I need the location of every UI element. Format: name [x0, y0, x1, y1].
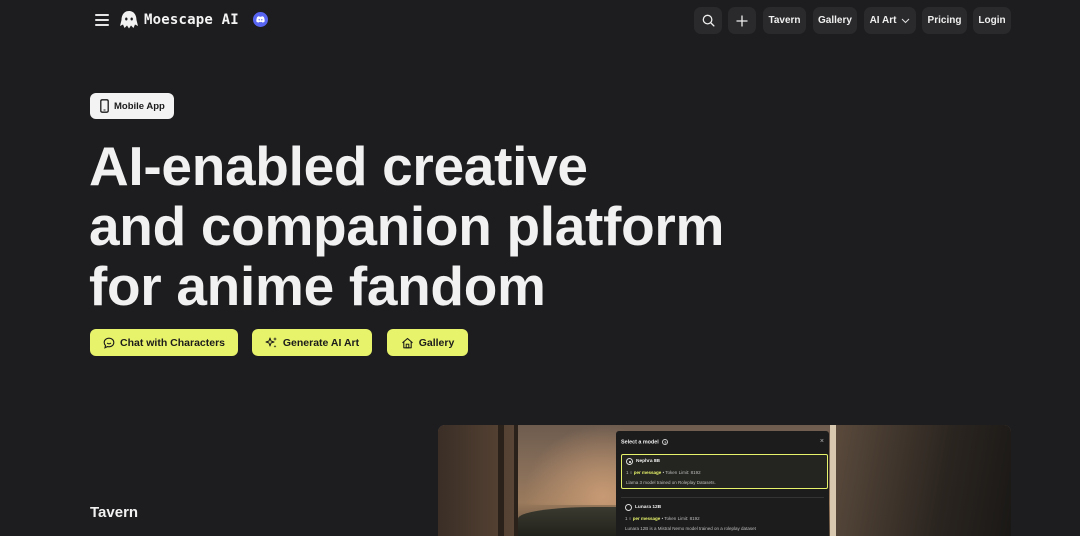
gallery-label: Gallery	[418, 336, 455, 349]
nav-pricing[interactable]: Pricing	[922, 7, 967, 34]
model-cost: 1	[626, 470, 629, 475]
preview-right-wall	[836, 425, 1011, 536]
model-option[interactable]: Lunara 12B 1 ○ per message • Token Limit…	[621, 501, 828, 534]
preview-window-frame	[438, 425, 518, 536]
chat-bubble-icon	[103, 337, 115, 349]
search-icon	[702, 14, 715, 27]
gallery-button[interactable]: Gallery	[387, 329, 468, 356]
tavern-preview-image: Select a model ? × Nephra 8B 1 ○ per mes…	[438, 425, 1011, 536]
nav-ai-art[interactable]: AI Art	[864, 7, 916, 34]
headline-line-1: AI-enabled creative	[89, 135, 588, 197]
close-icon[interactable]: ×	[820, 438, 824, 445]
generate-ai-art-button[interactable]: Generate AI Art	[252, 329, 372, 356]
chevron-down-icon	[902, 18, 910, 23]
model-cost-unit: per message	[633, 470, 662, 475]
model-name-text: Lunara 12B	[635, 505, 662, 510]
model-name: Nephra 8B	[626, 458, 823, 465]
smartphone-icon	[100, 99, 109, 113]
coin-icon: ○	[628, 516, 632, 521]
model-meta: 1 ○ per message • Token Limit: 8192	[626, 470, 823, 475]
radio-unselected-icon	[625, 504, 632, 511]
brand-name: Moescape AI	[144, 12, 239, 28]
nav-ai-art-label: AI Art	[869, 15, 897, 26]
discord-icon[interactable]	[253, 12, 268, 27]
brand-logo[interactable]: Moescape AI	[118, 9, 239, 31]
chat-with-characters-button[interactable]: Chat with Characters	[90, 329, 238, 356]
model-cost: 1	[625, 516, 628, 521]
model-cost-unit: per message	[632, 516, 661, 521]
headline-line-3: for anime fandom	[89, 255, 546, 317]
modal-title-text: Select a model	[621, 439, 659, 446]
chat-with-characters-label: Chat with Characters	[119, 336, 226, 349]
model-token-limit: • Token Limit: 8192	[661, 516, 700, 521]
model-meta: 1 ○ per message • Token Limit: 8192	[625, 516, 824, 521]
nav-login[interactable]: Login	[973, 7, 1011, 34]
search-button[interactable]	[694, 7, 722, 34]
model-description: Llama 3 model trained on Roleplay Datase…	[626, 480, 716, 485]
model-token-limit: • Token Limit: 8192	[662, 470, 701, 475]
create-button[interactable]	[728, 7, 756, 34]
hero-headline: AI-enabled creative and companion platfo…	[89, 136, 724, 316]
sparkles-icon	[265, 337, 277, 348]
top-header: Moescape AI Tavern Gallery AI Art Pricin…	[0, 0, 1080, 40]
plus-icon	[736, 14, 748, 27]
model-option[interactable]: Nephra 8B 1 ○ per message • Token Limit:…	[621, 454, 828, 489]
modal-title: Select a model ?	[621, 439, 669, 446]
coin-icon: ○	[629, 470, 633, 475]
generate-ai-art-label: Generate AI Art	[282, 336, 360, 349]
preview-frame-bar	[498, 425, 504, 536]
ghost-logo-icon	[120, 11, 138, 29]
nav-tavern[interactable]: Tavern	[763, 7, 806, 34]
help-icon: ?	[662, 439, 669, 445]
divider	[621, 497, 824, 498]
tavern-section-heading: Tavern	[90, 504, 139, 521]
mobile-app-label: Mobile App	[114, 100, 165, 112]
nav-gallery[interactable]: Gallery	[813, 7, 857, 34]
model-description: Lunara 12B is a Mistral Nemo model train…	[625, 526, 756, 531]
select-model-modal: Select a model ? × Nephra 8B 1 ○ per mes…	[616, 431, 829, 536]
mobile-app-button[interactable]: Mobile App	[90, 93, 174, 119]
radio-selected-icon	[626, 458, 633, 465]
home-icon	[401, 337, 413, 348]
model-name: Lunara 12B	[625, 504, 824, 511]
model-name-text: Nephra 8B	[636, 459, 660, 464]
discord-glyph-icon	[256, 16, 265, 23]
preview-frame-bar	[514, 425, 518, 536]
headline-line-2: and companion platform	[89, 195, 725, 257]
menu-icon[interactable]	[95, 14, 109, 26]
preview-frame-bar	[830, 425, 836, 536]
